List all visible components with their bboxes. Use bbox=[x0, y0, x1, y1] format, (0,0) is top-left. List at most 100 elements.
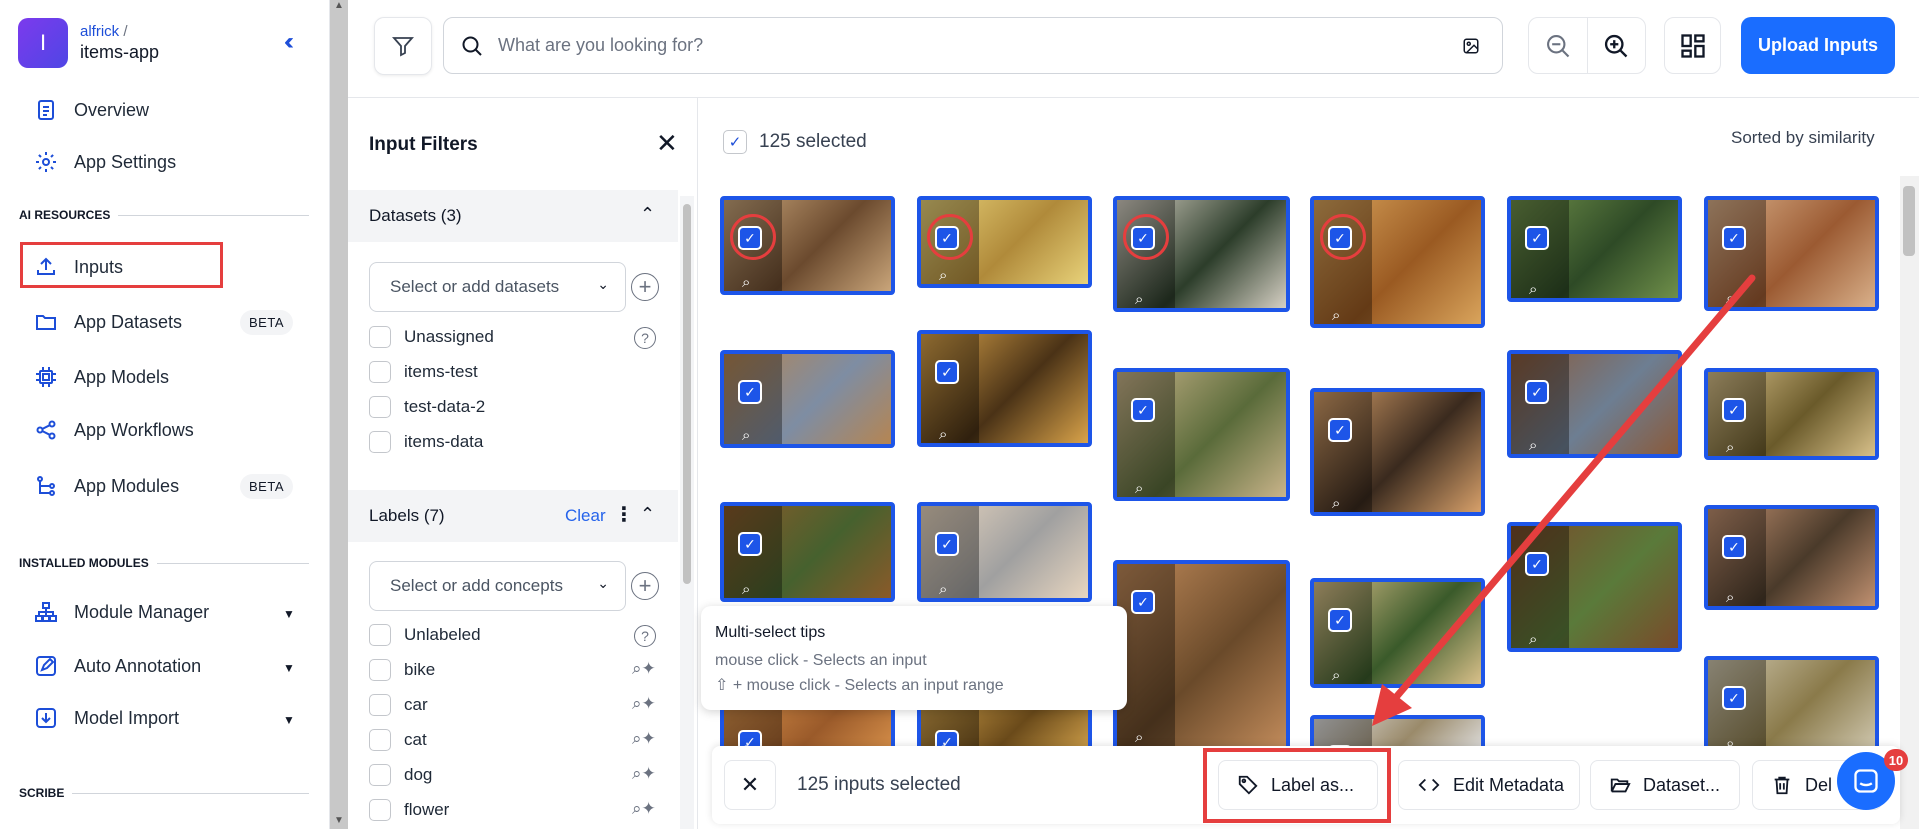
help-icon[interactable]: ? bbox=[634, 625, 656, 647]
input-tile[interactable]: ✓⌕ bbox=[917, 502, 1092, 602]
tile-checkbox[interactable]: ✓ bbox=[1131, 398, 1155, 422]
magnify-icon[interactable]: ⌕ bbox=[742, 581, 750, 598]
tile-checkbox[interactable]: ✓ bbox=[935, 360, 959, 384]
input-tile[interactable]: ✓⌕ bbox=[1704, 505, 1879, 610]
magnify-icon[interactable]: ⌕ bbox=[939, 581, 947, 598]
input-tile[interactable]: ✓⌕ bbox=[720, 502, 895, 602]
tile-checkbox[interactable]: ✓ bbox=[1722, 686, 1746, 710]
magnify-icon[interactable]: ⌕ bbox=[1726, 439, 1734, 456]
checkbox[interactable] bbox=[369, 694, 391, 716]
input-tile[interactable]: ✓⌕ bbox=[720, 196, 895, 295]
checkbox[interactable] bbox=[369, 361, 391, 383]
grid-scrollbar[interactable] bbox=[1900, 176, 1919, 829]
nav-item-model-import[interactable]: Model Import bbox=[34, 706, 179, 730]
scroll-down-icon[interactable]: ▼ bbox=[334, 815, 344, 826]
input-tile[interactable]: ✓⌕ bbox=[1310, 388, 1485, 516]
input-tile[interactable]: ✓⌕ bbox=[1507, 196, 1682, 302]
caret-down-icon[interactable]: ▼ bbox=[283, 607, 295, 621]
dataset-checkbox[interactable]: items-data bbox=[369, 431, 483, 453]
tile-checkbox[interactable]: ✓ bbox=[1722, 226, 1746, 250]
dataset-checkbox[interactable]: test-data-2 bbox=[369, 396, 485, 418]
datasets-select[interactable]: Select or add datasets ⌄ bbox=[369, 262, 626, 312]
input-tile[interactable]: ✓⌕ bbox=[1113, 196, 1290, 312]
input-tile[interactable]: ✓⌕ bbox=[1507, 522, 1682, 652]
select-all[interactable]: ✓ 125 selected bbox=[723, 130, 867, 154]
checkbox[interactable] bbox=[369, 799, 391, 821]
more-options-icon[interactable]: ⋮ bbox=[614, 502, 634, 527]
caret-down-icon[interactable]: ▼ bbox=[283, 713, 295, 727]
tile-checkbox[interactable]: ✓ bbox=[1328, 418, 1352, 442]
clear-selection-button[interactable]: ✕ bbox=[724, 760, 776, 810]
magnify-icon[interactable]: ⌕ bbox=[1332, 307, 1340, 324]
zoom-out-button[interactable] bbox=[1529, 18, 1588, 73]
tile-checkbox[interactable]: ✓ bbox=[738, 380, 762, 404]
user-link[interactable]: alfrick bbox=[80, 23, 119, 40]
dataset-checkbox[interactable]: Unassigned bbox=[369, 326, 494, 348]
dataset-checkbox[interactable]: items-test bbox=[369, 361, 478, 383]
tile-checkbox[interactable]: ✓ bbox=[1328, 608, 1352, 632]
concepts-select[interactable]: Select or add concepts ⌄ bbox=[369, 561, 626, 611]
edit-metadata-button[interactable]: Edit Metadata bbox=[1398, 760, 1580, 810]
input-tile[interactable]: ✓⌕ bbox=[1704, 656, 1879, 756]
nav-item-app-workflows[interactable]: App Workflows bbox=[34, 418, 194, 442]
image-search-icon[interactable] bbox=[1462, 37, 1480, 55]
checkbox[interactable] bbox=[369, 396, 391, 418]
label-checkbox[interactable]: cat bbox=[369, 729, 427, 751]
search-similar-icon[interactable]: ⌕✦ bbox=[632, 729, 656, 749]
search-similar-icon[interactable]: ⌕✦ bbox=[632, 659, 656, 679]
input-tile[interactable]: ✓⌕ bbox=[917, 196, 1092, 288]
sort-label[interactable]: Sorted by similarity bbox=[1731, 128, 1875, 148]
filter-toggle-button[interactable] bbox=[374, 17, 432, 75]
magnify-icon[interactable]: ⌕ bbox=[1135, 729, 1143, 746]
label-checkbox[interactable]: car bbox=[369, 694, 428, 716]
input-tile[interactable]: ✓⌕ bbox=[720, 350, 895, 448]
magnify-icon[interactable]: ⌕ bbox=[742, 427, 750, 444]
dataset-button[interactable]: Dataset... bbox=[1590, 760, 1740, 810]
scrollbar-thumb[interactable] bbox=[1903, 186, 1915, 256]
help-icon[interactable]: ? bbox=[634, 327, 656, 349]
search-similar-icon[interactable]: ⌕✦ bbox=[632, 799, 656, 819]
magnify-icon[interactable]: ⌕ bbox=[1726, 290, 1734, 307]
input-tile[interactable]: ✓⌕ bbox=[917, 330, 1092, 447]
checkbox[interactable] bbox=[369, 659, 391, 681]
input-tile[interactable]: ✓⌕ bbox=[1704, 368, 1879, 460]
magnify-icon[interactable]: ⌕ bbox=[1529, 631, 1537, 648]
search-similar-icon[interactable]: ⌕✦ bbox=[632, 694, 656, 714]
tile-checkbox[interactable]: ✓ bbox=[1722, 535, 1746, 559]
labels-section-header[interactable]: Labels (7) Clear ⋮ ⌃ bbox=[348, 490, 678, 542]
magnify-icon[interactable]: ⌕ bbox=[1529, 437, 1537, 454]
input-tile[interactable]: ✓⌕ bbox=[1310, 578, 1485, 688]
nav-item-auto-annotation[interactable]: Auto Annotation bbox=[34, 654, 201, 678]
nav-item-app-settings[interactable]: App Settings bbox=[34, 150, 176, 174]
nav-item-app-models[interactable]: App Models bbox=[34, 365, 169, 389]
magnify-icon[interactable]: ⌕ bbox=[1135, 480, 1143, 497]
tile-checkbox[interactable]: ✓ bbox=[1525, 552, 1549, 576]
nav-item-app-modules[interactable]: App Modules bbox=[34, 474, 179, 498]
input-tile[interactable]: ✓⌕ bbox=[1113, 368, 1290, 501]
magnify-icon[interactable]: ⌕ bbox=[1529, 281, 1537, 298]
checkbox[interactable] bbox=[369, 624, 391, 646]
label-checkbox[interactable]: Unlabeled bbox=[369, 624, 481, 646]
tile-checkbox[interactable]: ✓ bbox=[1722, 398, 1746, 422]
sidebar-scrollbar[interactable]: ▲ ▼ bbox=[330, 0, 348, 829]
tile-checkbox[interactable]: ✓ bbox=[738, 532, 762, 556]
grid-view-button[interactable] bbox=[1664, 17, 1721, 74]
app-header[interactable]: I alfrick / items-app bbox=[18, 18, 159, 68]
collapse-sidebar-button[interactable]: ‹‹ bbox=[284, 28, 294, 56]
magnify-icon[interactable]: ⌕ bbox=[1726, 589, 1734, 606]
app-user-breadcrumb[interactable]: alfrick / bbox=[80, 23, 159, 40]
close-filters-button[interactable]: ✕ bbox=[656, 128, 678, 159]
checkbox[interactable] bbox=[369, 729, 391, 751]
zoom-in-button[interactable] bbox=[1588, 18, 1646, 73]
label-checkbox[interactable]: flower bbox=[369, 799, 449, 821]
tile-checkbox[interactable]: ✓ bbox=[1525, 380, 1549, 404]
input-tile[interactable]: ✓⌕ bbox=[1704, 196, 1879, 311]
add-concept-button[interactable]: + bbox=[631, 572, 659, 600]
select-all-checkbox[interactable]: ✓ bbox=[723, 130, 747, 154]
magnify-icon[interactable]: ⌕ bbox=[1332, 495, 1340, 512]
search-bar[interactable] bbox=[443, 17, 1503, 74]
input-tile[interactable]: ✓⌕ bbox=[1310, 196, 1485, 328]
input-tile[interactable]: ✓⌕ bbox=[1507, 350, 1682, 458]
checkbox[interactable] bbox=[369, 326, 391, 348]
datasets-section-header[interactable]: Datasets (3) ⌃ bbox=[348, 190, 678, 242]
